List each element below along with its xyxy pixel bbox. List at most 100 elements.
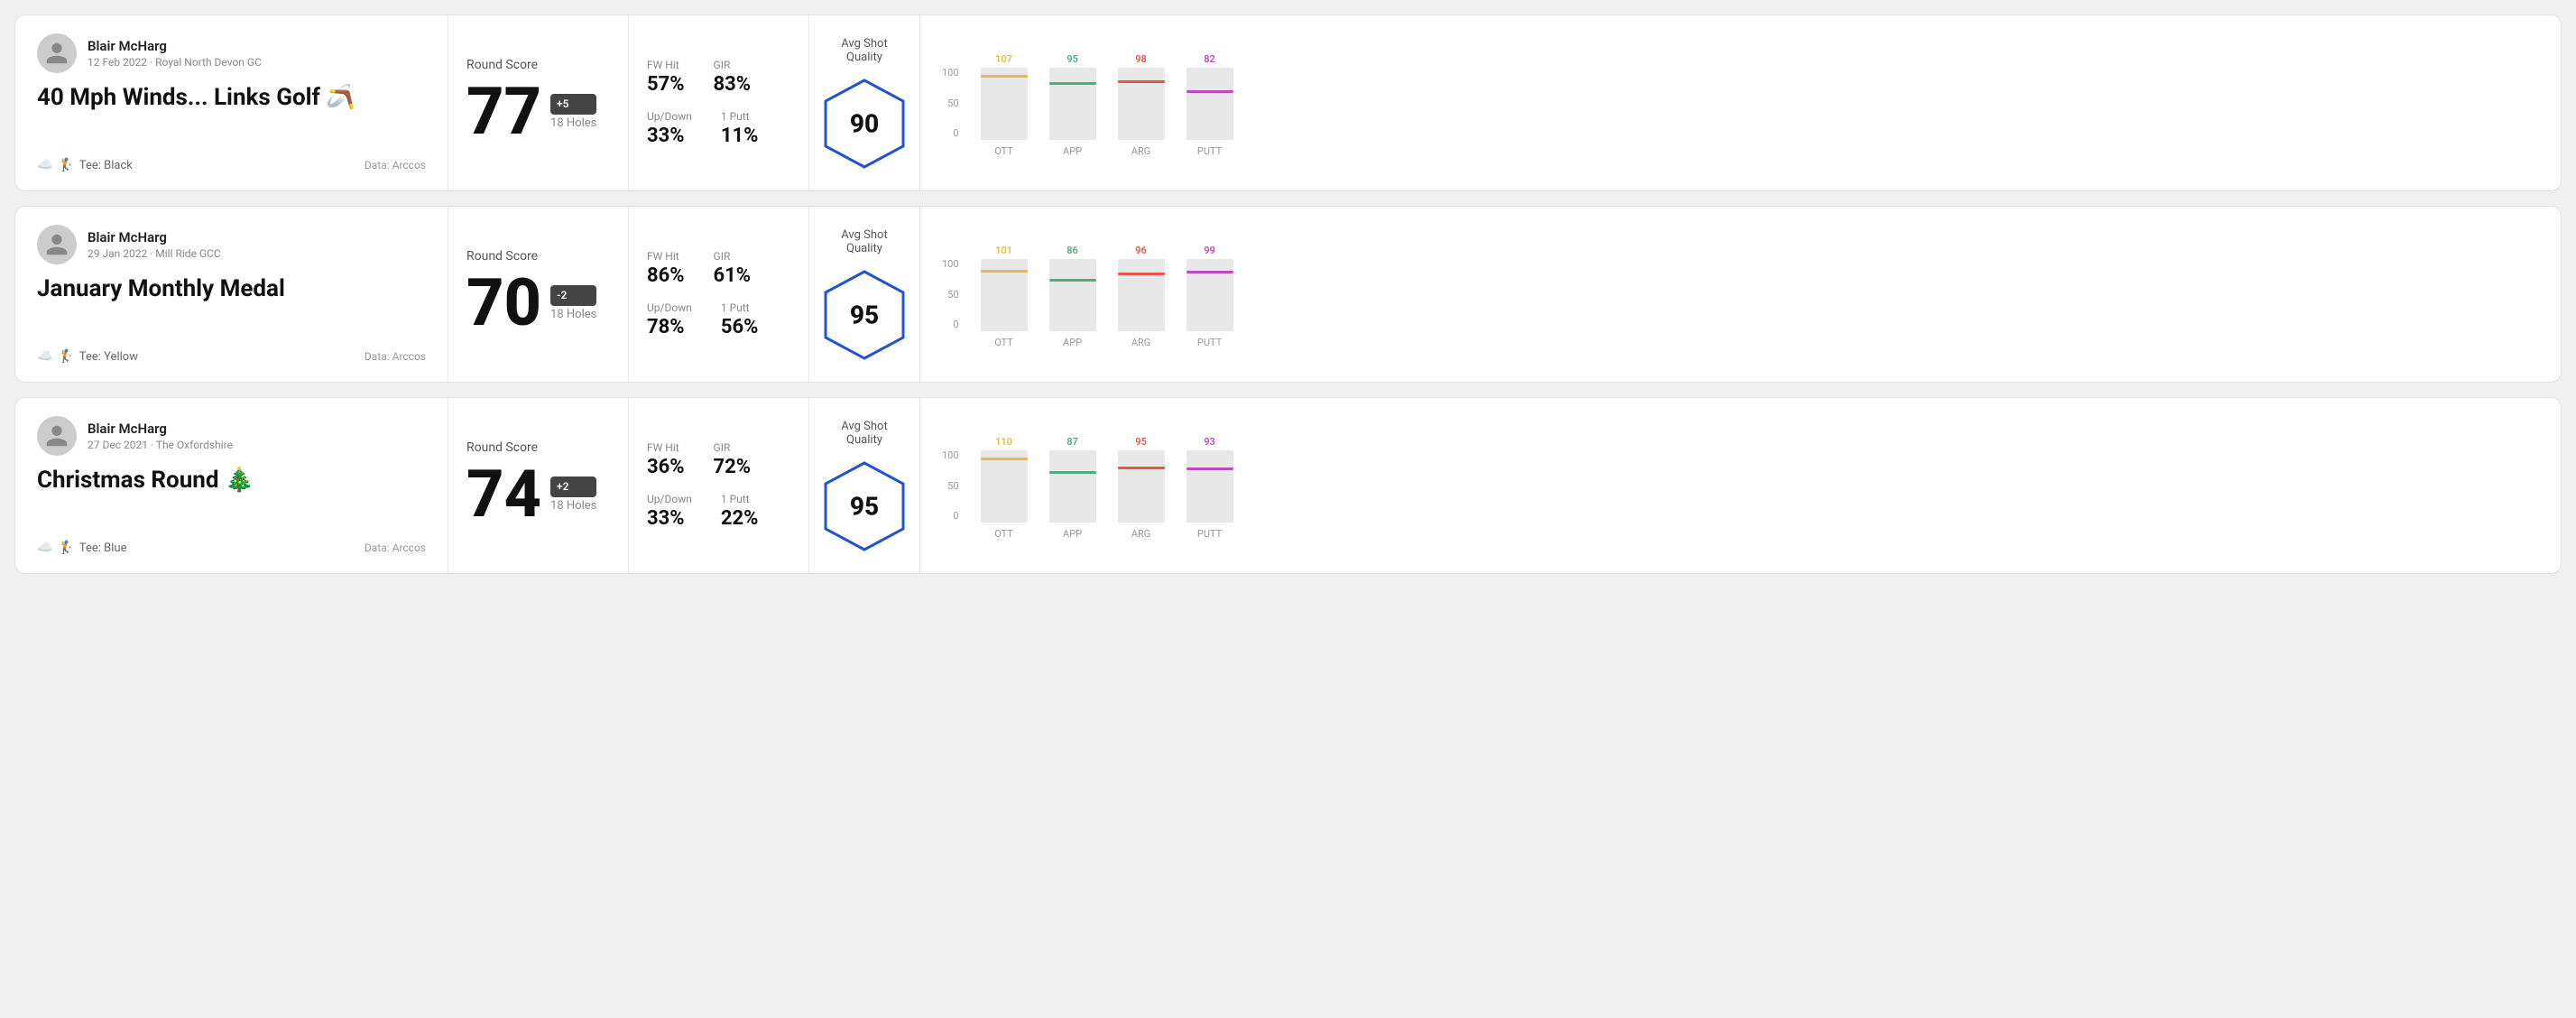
- up-down-label: Up/Down: [647, 110, 692, 123]
- golf-bag-icon: 🏌: [58, 158, 73, 172]
- stat-fw-hit: FW Hit 36%: [647, 441, 685, 478]
- fw-hit-value: 57%: [647, 73, 685, 96]
- tee-info: ☁️ 🏌 Tee: Black: [37, 158, 133, 172]
- user-info: Blair McHarg 27 Dec 2021 · The Oxfordshi…: [37, 416, 426, 456]
- hexagon-score: 95: [850, 301, 879, 330]
- one-putt-value: 22%: [721, 507, 759, 530]
- gir-label: GIR: [714, 441, 752, 454]
- bar-line-app: [1049, 471, 1096, 474]
- bar-group-app: 95 APP: [1049, 53, 1096, 157]
- bar-fill-ott: [981, 75, 1028, 140]
- bar-label-ott: OTT: [994, 528, 1013, 540]
- score-badge-wrapper: -2 18 Holes: [550, 285, 596, 321]
- stats-row-bottom: Up/Down 78% 1 Putt 56%: [647, 301, 790, 338]
- round-card-1[interactable]: Blair McHarg 12 Feb 2022 · Royal North D…: [14, 14, 2562, 191]
- chart-bars: 101 OTT 86 APP 96: [981, 245, 2539, 348]
- bar-wrapper-app: [1049, 450, 1096, 523]
- chart-bars: 110 OTT 87 APP 95: [981, 436, 2539, 540]
- score-badge: +5: [550, 94, 596, 115]
- stat-one-putt: 1 Putt 22%: [721, 493, 759, 530]
- stats-row-bottom: Up/Down 33% 1 Putt 22%: [647, 493, 790, 530]
- score-number: 74: [466, 462, 541, 527]
- bar-label-app: APP: [1063, 337, 1082, 348]
- card-left: Blair McHarg 29 Jan 2022 · Mill Ride GCC…: [15, 207, 448, 382]
- y-label-50: 50: [947, 97, 958, 109]
- fw-hit-label: FW Hit: [647, 441, 685, 454]
- card-stats: FW Hit 36% GIR 72% Up/Down 33% 1 Putt 22…: [629, 398, 809, 573]
- bar-fill-arg: [1118, 467, 1165, 523]
- bar-label-arg: ARG: [1131, 337, 1150, 348]
- bar-line-ott: [981, 75, 1028, 78]
- score-number: 70: [466, 271, 541, 336]
- bar-group-ott: 110 OTT: [981, 436, 1028, 540]
- stat-gir: GIR 72%: [714, 441, 752, 478]
- score-badge-wrapper: +2 18 Holes: [550, 477, 596, 513]
- bar-line-putt: [1186, 467, 1233, 470]
- score-badge: -2: [550, 285, 596, 306]
- weather-icon: ☁️: [37, 349, 52, 364]
- stats-row-top: FW Hit 36% GIR 72%: [647, 441, 790, 478]
- bar-group-app: 86 APP: [1049, 245, 1096, 348]
- bar-value-putt: 82: [1204, 53, 1215, 65]
- person-icon: [44, 423, 69, 449]
- chart-y-labels: 100 50 0: [942, 258, 959, 348]
- tee-label: Tee: Black: [79, 159, 133, 172]
- bar-wrapper-arg: [1118, 259, 1165, 331]
- card-quality: Avg Shot Quality 90: [809, 15, 920, 190]
- bar-group-putt: 82 PUTT: [1186, 53, 1233, 157]
- round-card-3[interactable]: Blair McHarg 27 Dec 2021 · The Oxfordshi…: [14, 397, 2562, 574]
- stat-one-putt: 1 Putt 56%: [721, 301, 759, 338]
- bar-fill-ott: [981, 270, 1028, 331]
- bar-fill-app: [1049, 279, 1096, 331]
- tee-info: ☁️ 🏌 Tee: Yellow: [37, 349, 138, 364]
- golf-bag-icon: 🏌: [58, 541, 73, 555]
- stats-row-bottom: Up/Down 33% 1 Putt 11%: [647, 110, 790, 147]
- bar-wrapper-putt: [1186, 450, 1233, 523]
- bar-value-putt: 93: [1204, 436, 1215, 448]
- round-card-2[interactable]: Blair McHarg 29 Jan 2022 · Mill Ride GCC…: [14, 206, 2562, 383]
- data-source: Data: Arccos: [365, 159, 426, 171]
- user-info: Blair McHarg 12 Feb 2022 · Royal North D…: [37, 33, 426, 73]
- card-chart: 100 50 0 107 OTT 95 APP: [920, 15, 2561, 190]
- up-down-label: Up/Down: [647, 493, 692, 505]
- score-badge: +2: [550, 477, 596, 497]
- hexagon-container: 90: [824, 79, 905, 169]
- bar-fill-putt: [1186, 90, 1233, 140]
- bar-group-app: 87 APP: [1049, 436, 1096, 540]
- stat-gir: GIR 61%: [714, 250, 752, 287]
- user-info: Blair McHarg 29 Jan 2022 · Mill Ride GCC: [37, 225, 426, 264]
- card-footer: ☁️ 🏌 Tee: Blue Data: Arccos: [37, 541, 426, 555]
- person-icon: [44, 232, 69, 257]
- round-title: 40 Mph Winds... Links Golf 🪃: [37, 84, 426, 112]
- tee-label: Tee: Yellow: [79, 350, 138, 364]
- data-source: Data: Arccos: [365, 350, 426, 363]
- stat-fw-hit: FW Hit 86%: [647, 250, 685, 287]
- card-footer: ☁️ 🏌 Tee: Black Data: Arccos: [37, 158, 426, 172]
- bar-value-app: 87: [1066, 436, 1078, 448]
- score-row: 77 +5 18 Holes: [466, 79, 610, 144]
- bar-label-putt: PUTT: [1197, 528, 1222, 540]
- user-name: Blair McHarg: [88, 38, 262, 54]
- quality-label: Avg Shot Quality: [824, 37, 905, 64]
- score-holes: 18 Holes: [550, 499, 596, 513]
- fw-hit-label: FW Hit: [647, 250, 685, 263]
- card-left: Blair McHarg 27 Dec 2021 · The Oxfordshi…: [15, 398, 448, 573]
- stat-up-down: Up/Down 33%: [647, 493, 692, 530]
- card-stats: FW Hit 57% GIR 83% Up/Down 33% 1 Putt 11…: [629, 15, 809, 190]
- y-label-0: 0: [953, 127, 958, 139]
- chart-y-labels: 100 50 0: [942, 67, 959, 157]
- bar-label-arg: ARG: [1131, 145, 1150, 157]
- bar-line-putt: [1186, 90, 1233, 93]
- stat-up-down: Up/Down 33%: [647, 110, 692, 147]
- round-title: January Monthly Medal: [37, 275, 426, 303]
- stat-fw-hit: FW Hit 57%: [647, 59, 685, 96]
- weather-icon: ☁️: [37, 541, 52, 555]
- bar-value-arg: 95: [1135, 436, 1147, 448]
- bar-fill-app: [1049, 471, 1096, 523]
- bar-line-ott: [981, 270, 1028, 273]
- bar-wrapper-ott: [981, 450, 1028, 523]
- hexagon-container: 95: [824, 270, 905, 360]
- one-putt-label: 1 Putt: [721, 301, 759, 314]
- hexagon-container: 95: [824, 461, 905, 551]
- avatar: [37, 33, 77, 73]
